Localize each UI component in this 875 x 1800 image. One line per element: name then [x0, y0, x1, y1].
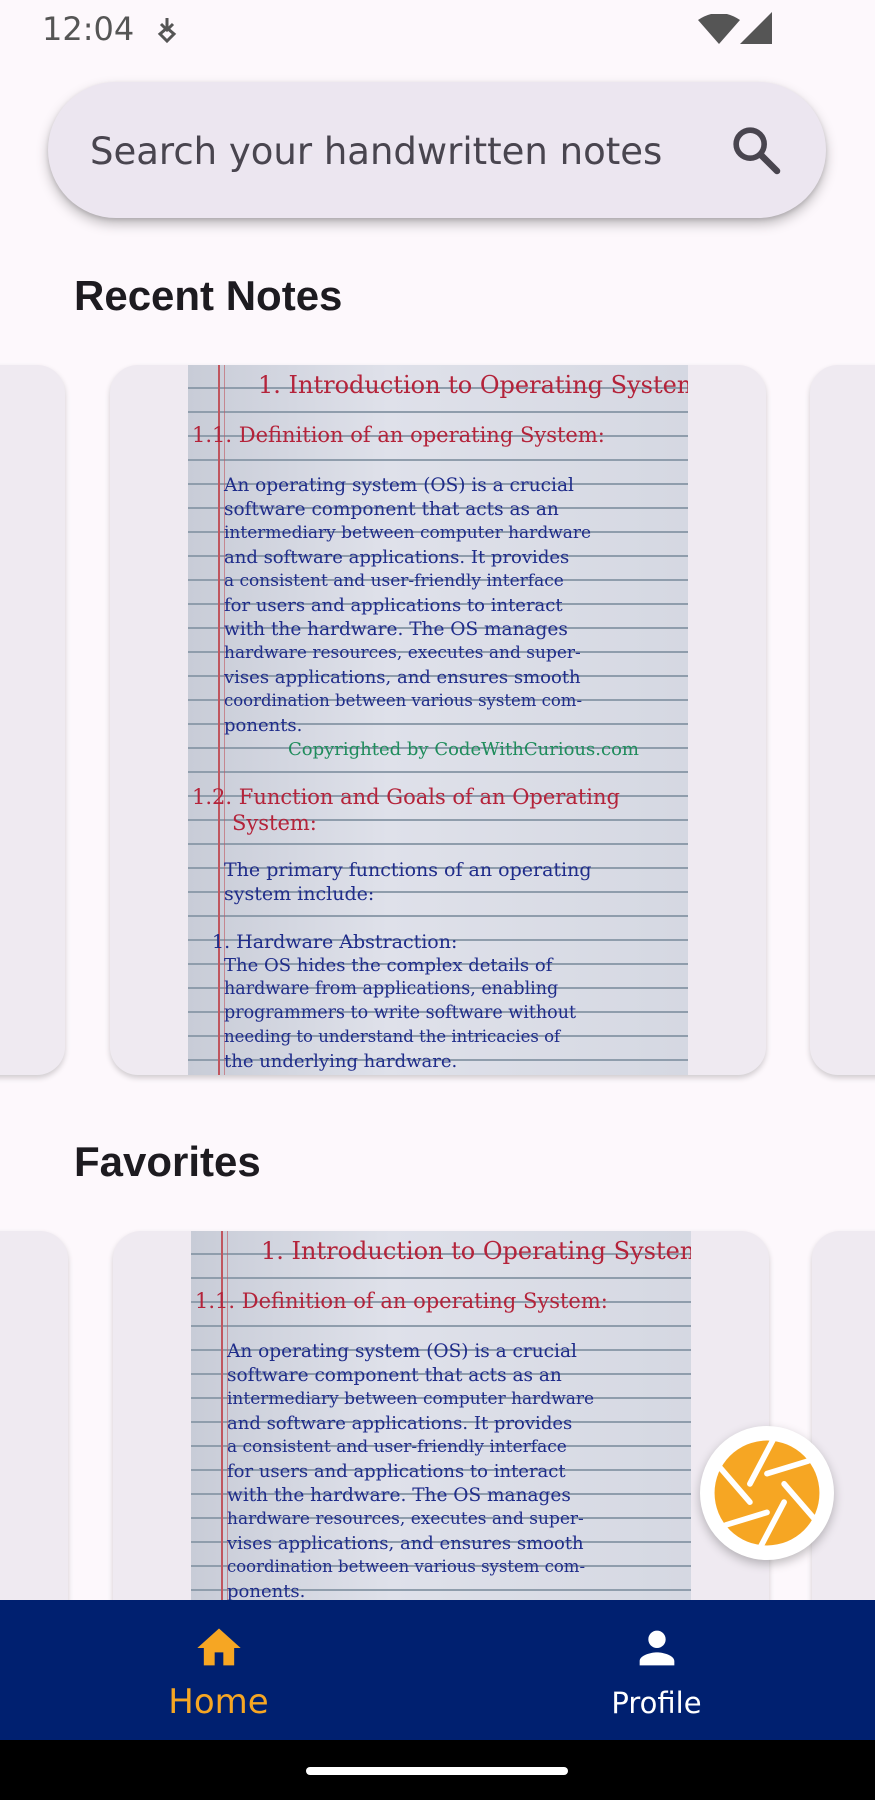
- note-line: and software applications. It provides: [224, 547, 570, 568]
- nav-profile[interactable]: Profile: [438, 1600, 875, 1740]
- home-gesture-handle[interactable]: [306, 1767, 568, 1775]
- note-card-prev[interactable]: [0, 365, 65, 1075]
- note-heading: 1. Introduction to Operating Systems: [258, 371, 688, 399]
- note-card-next[interactable]: [810, 365, 875, 1075]
- note-line: software component that acts as an: [224, 499, 559, 520]
- note-line: needing to understand the intricacies of: [224, 1027, 561, 1046]
- nav-home-label: Home: [168, 1682, 269, 1722]
- note-line: hardware resources, executes and super-: [224, 643, 581, 663]
- note-line: An operating system (OS) is a crucial: [224, 475, 574, 496]
- signal-icon: [740, 12, 772, 44]
- system-gesture-bar: [0, 1740, 875, 1800]
- note-line: The primary functions of an operating: [224, 859, 592, 881]
- note-line: hardware from applications, enabling: [224, 979, 559, 999]
- note-line: coordination between various system com-: [227, 1557, 586, 1576]
- search-icon[interactable]: [728, 122, 784, 178]
- note-line: for users and applications to interact: [227, 1461, 566, 1482]
- favorite-card-prev[interactable]: [0, 1231, 68, 1651]
- bottom-navigation: Home Profile: [0, 1600, 875, 1740]
- note-subheading: System:: [232, 811, 317, 835]
- note-heading: 1. Introduction to Operating Systems: [261, 1237, 691, 1265]
- download-status-icon: [157, 18, 177, 44]
- note-line: system include:: [224, 883, 375, 905]
- nav-home[interactable]: Home: [0, 1600, 437, 1740]
- search-input[interactable]: [88, 122, 692, 180]
- note-line: vises applications, and ensures smooth: [227, 1533, 584, 1554]
- note-line: intermediary between computer hardware: [227, 1389, 595, 1409]
- note-copyright: Copyrighted by CodeWithCurious.com: [288, 739, 639, 760]
- note-line: 1. Hardware Abstraction:: [212, 931, 458, 953]
- note-line: hardware resources, executes and super-: [227, 1509, 584, 1529]
- note-line: with the hardware. The OS manages: [224, 619, 568, 640]
- note-subheading: 1.1. Definition of an operating System:: [195, 1289, 608, 1313]
- home-icon: [197, 1628, 241, 1666]
- note-line: coordination between various system com-: [224, 691, 583, 710]
- status-bar: 12:04: [0, 0, 875, 60]
- note-thumbnail: 1. Introduction to Operating Systems 1.1…: [188, 365, 688, 1075]
- person-icon: [639, 1630, 675, 1666]
- status-time: 12:04: [42, 10, 135, 48]
- note-line: vises applications, and ensures smooth: [224, 667, 581, 688]
- note-line: a consistent and user-friendly interface: [227, 1437, 567, 1457]
- favorites-title: Favorites: [74, 1138, 261, 1185]
- note-subheading: 1.2. Function and Goals of an Operating: [192, 785, 620, 809]
- note-line: and software applications. It provides: [227, 1413, 573, 1434]
- note-line: An operating system (OS) is a crucial: [227, 1341, 577, 1362]
- note-line: software component that acts as an: [227, 1365, 562, 1386]
- favorite-thumbnail: 1. Introduction to Operating Systems 1.1…: [191, 1231, 691, 1651]
- note-line: the underlying hardware.: [224, 1051, 458, 1072]
- note-line: for users and applications to interact: [224, 595, 563, 616]
- note-line: a consistent and user-friendly interface: [224, 571, 564, 591]
- note-subheading: 1.1. Definition of an operating System:: [192, 423, 605, 447]
- favorite-card[interactable]: 1. Introduction to Operating Systems 1.1…: [113, 1231, 769, 1651]
- scan-note-fab[interactable]: [700, 1426, 834, 1560]
- note-line: ponents.: [227, 1581, 306, 1602]
- note-line: with the hardware. The OS manages: [227, 1485, 571, 1506]
- camera-shutter-icon: [714, 1437, 820, 1549]
- note-line: ponents.: [224, 715, 303, 736]
- wifi-icon: [698, 14, 740, 44]
- note-line: The OS hides the complex details of: [224, 955, 553, 976]
- note-line: intermediary between computer hardware: [224, 523, 592, 543]
- recent-notes-title: Recent Notes: [74, 272, 343, 319]
- note-card[interactable]: 1. Introduction to Operating Systems 1.1…: [110, 365, 766, 1075]
- note-line: programmers to write software without: [224, 1003, 577, 1023]
- search-bar[interactable]: [48, 82, 826, 218]
- nav-profile-label: Profile: [611, 1686, 702, 1720]
